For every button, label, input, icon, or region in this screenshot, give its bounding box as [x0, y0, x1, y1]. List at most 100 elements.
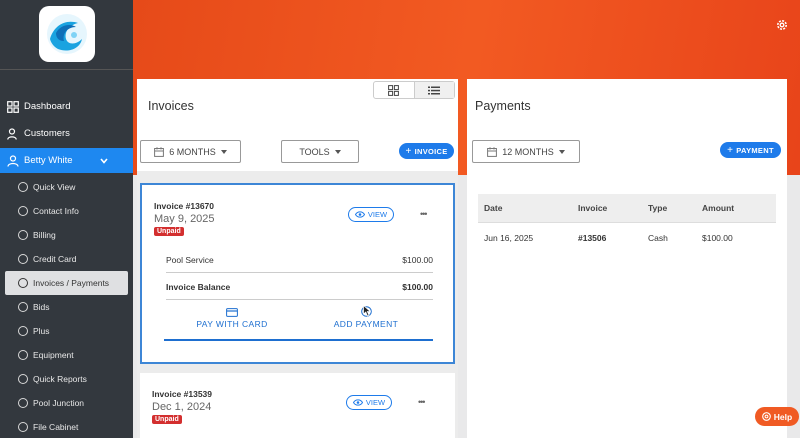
view-invoice-button[interactable]: VIEW: [348, 207, 394, 222]
list-view-button[interactable]: [414, 82, 454, 98]
caret-down-icon: [220, 149, 227, 154]
more-options-icon[interactable]: •••: [418, 397, 426, 407]
invoices-period-select[interactable]: 6 MONTHS: [140, 140, 241, 163]
radio-icon: [18, 398, 28, 408]
sidebar-item-label: Plus: [33, 326, 50, 336]
calendar-icon: [487, 146, 498, 157]
sidebar-item-quick-reports[interactable]: Quick Reports: [0, 367, 133, 391]
plus-icon: +: [727, 144, 734, 156]
chevron-down-icon[interactable]: [100, 157, 108, 164]
radio-icon: [18, 326, 28, 336]
radio-icon: [18, 254, 28, 264]
payments-panel: Payments 12 MONTHS + PAYMENT Date Invoic…: [467, 79, 787, 438]
sidebar-item-label: Contact Info: [33, 206, 79, 216]
balance-amount: $100.00: [402, 282, 433, 292]
tools-select[interactable]: TOOLS: [281, 140, 359, 163]
caret-down-icon: [558, 149, 565, 154]
payment-type: Cash: [648, 233, 668, 243]
grid-view-button[interactable]: [374, 82, 415, 98]
sidebar-item-dashboard[interactable]: Dashboard: [0, 94, 133, 119]
divider: [166, 299, 433, 300]
radio-icon: [18, 422, 28, 432]
sidebar-item-equipment[interactable]: Equipment: [0, 343, 133, 367]
mouse-cursor-icon: [363, 305, 371, 317]
payments-table: Date Invoice Type Amount Jun 16, 2025 #1…: [478, 194, 776, 253]
eye-icon: [354, 211, 365, 218]
add-invoice-label: INVOICE: [414, 146, 448, 156]
sidebar-item-label: Quick Reports: [33, 374, 87, 384]
eye-icon: [352, 399, 363, 406]
invoice-date: May 9, 2025: [154, 213, 215, 225]
sidebar-item-label: Credit Card: [33, 254, 77, 264]
balance-label: Invoice Balance: [166, 282, 231, 292]
company-logo[interactable]: [38, 6, 95, 62]
sidebar-item-label: Dashboard: [24, 101, 71, 112]
add-invoice-button[interactable]: + INVOICE: [399, 143, 454, 159]
line-amount: $100.00: [402, 255, 433, 265]
more-options-icon[interactable]: •••: [420, 209, 428, 219]
invoice-card-13539[interactable]: Invoice #13539 Dec 1, 2024 Unpaid VIEW •…: [140, 373, 455, 438]
radio-icon: [18, 182, 28, 192]
sidebar-item-label: Bids: [33, 302, 50, 312]
sidebar-item-pool-junction[interactable]: Pool Junction: [0, 391, 133, 415]
payment-amount: $100.00: [702, 233, 733, 243]
pay-with-card-label: PAY WITH CARD: [196, 319, 268, 329]
status-badge: Unpaid: [154, 227, 184, 236]
gear-icon[interactable]: [775, 18, 789, 32]
sidebar-item-contact-info[interactable]: Contact Info: [0, 199, 133, 223]
radio-icon: [18, 350, 28, 360]
divider: [166, 272, 433, 273]
invoice-balance-row: Invoice Balance $100.00: [166, 282, 433, 292]
sidebar-item-file-cabinet[interactable]: File Cabinet: [0, 415, 133, 438]
invoice-card-13670[interactable]: Invoice #13670 May 9, 2025 Unpaid VIEW •…: [140, 183, 455, 364]
help-circle-icon: [761, 412, 771, 421]
sidebar-item-invoices-payments[interactable]: Invoices / Payments: [5, 271, 128, 295]
status-badge: Unpaid: [152, 415, 182, 424]
payment-date: Jun 16, 2025: [484, 233, 534, 243]
person-icon: [7, 154, 19, 167]
invoice-line-item: Pool Service $100.00: [166, 255, 433, 265]
pay-with-card-button[interactable]: PAY WITH CARD: [192, 308, 272, 329]
sidebar-item-bids[interactable]: Bids: [0, 295, 133, 319]
column-header[interactable]: Type: [648, 203, 702, 213]
sidebar-item-quick-view[interactable]: Quick View: [0, 175, 133, 199]
users-icon: [7, 127, 17, 140]
period-label: 6 MONTHS: [169, 146, 216, 157]
radio-icon: [18, 206, 28, 216]
invoice-list: Invoice #13670 May 9, 2025 Unpaid VIEW •…: [137, 171, 458, 438]
radio-icon: [18, 230, 28, 240]
sidebar-item-credit-card[interactable]: Credit Card: [0, 247, 133, 271]
sidebar-item-label: Pool Junction: [33, 398, 85, 408]
radio-icon: [18, 302, 28, 312]
sidebar-item-customers[interactable]: Customers: [0, 121, 133, 146]
sidebar: Dashboard Customers Betty White Quick Vi…: [0, 0, 133, 438]
sidebar-item-label: Invoices / Payments: [33, 278, 110, 288]
add-payment-label: ADD PAYMENT: [333, 319, 399, 329]
add-payment-label: PAYMENT: [736, 145, 774, 155]
sidebar-item-billing[interactable]: Billing: [0, 223, 133, 247]
view-toggle: [373, 81, 455, 99]
table-row[interactable]: Jun 16, 2025 #13506 Cash $100.00: [478, 223, 776, 253]
table-header: Date Invoice Type Amount: [478, 194, 776, 223]
column-header[interactable]: Invoice: [578, 203, 648, 213]
sidebar-item-label: Billing: [33, 230, 56, 240]
invoices-title: Invoices: [148, 99, 194, 113]
view-label: VIEW: [367, 210, 388, 219]
customer-name: Betty White: [24, 155, 73, 166]
column-header[interactable]: Amount: [702, 203, 776, 213]
add-payment-button[interactable]: + PAYMENT: [720, 142, 781, 158]
period-label: 12 MONTHS: [502, 146, 554, 157]
column-header[interactable]: Date: [478, 203, 578, 213]
view-invoice-button[interactable]: VIEW: [346, 395, 392, 410]
payments-period-select[interactable]: 12 MONTHS: [472, 140, 580, 163]
sidebar-item-label: Customers: [24, 128, 70, 139]
tools-label: TOOLS: [299, 146, 330, 157]
caret-down-icon: [334, 149, 341, 154]
list-icon: [428, 86, 441, 94]
radio-icon: [18, 374, 28, 384]
sidebar-item-label: Equipment: [33, 350, 74, 360]
sidebar-item-customer-betty-white[interactable]: Betty White: [0, 148, 133, 173]
help-button[interactable]: Help: [755, 407, 799, 426]
invoices-panel: Invoices 6 MONTHS TOOLS + INVOICE Invoic…: [137, 79, 458, 438]
sidebar-item-plus[interactable]: Plus: [0, 319, 133, 343]
